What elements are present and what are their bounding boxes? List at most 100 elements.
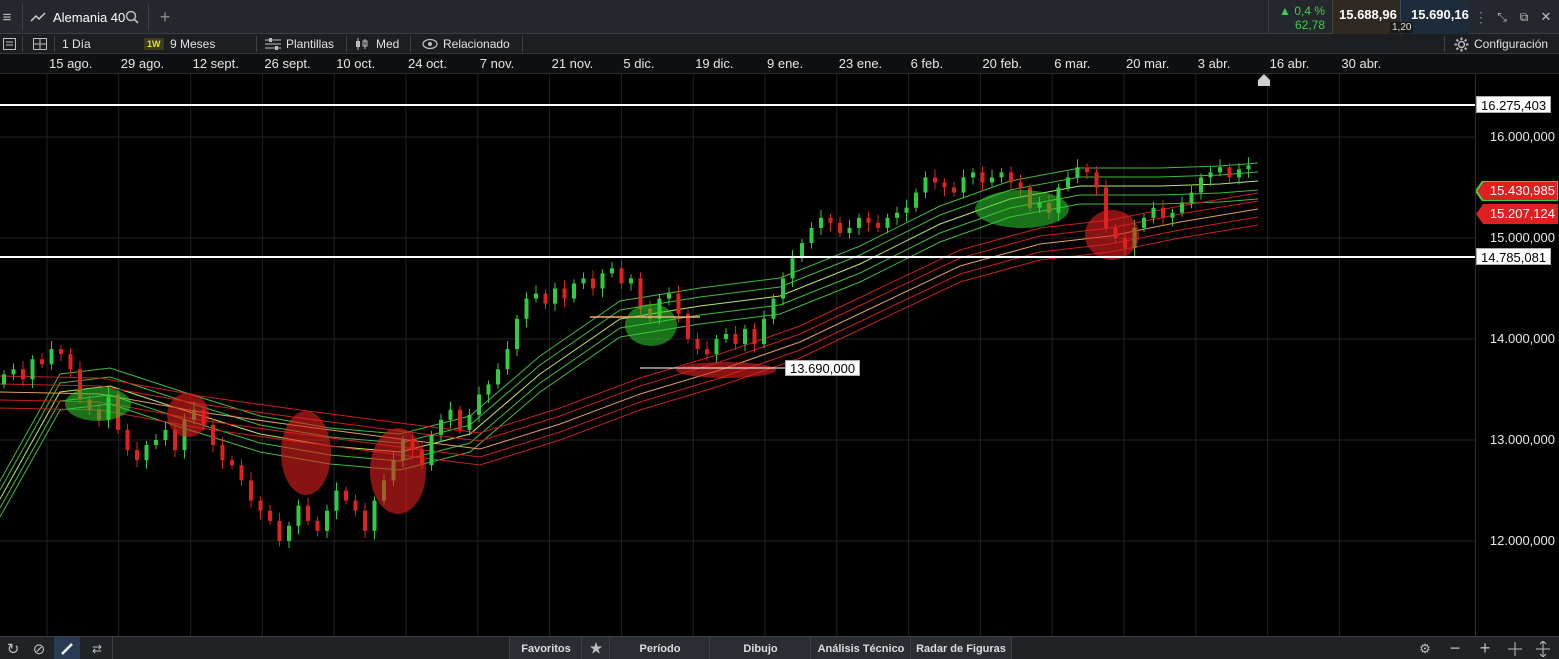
highlight-ellipse-red	[167, 393, 209, 437]
shapes-icon[interactable]: ⇄	[84, 637, 110, 659]
date-label: 3 abr.	[1197, 56, 1231, 71]
related-label: Relacionado	[443, 37, 510, 51]
candle-body	[619, 268, 624, 284]
candle-body	[372, 500, 377, 531]
no-symbol-icon[interactable]: ⊘	[26, 637, 52, 659]
price-tick-label: 15.000,000	[1489, 230, 1555, 245]
line-chart-icon	[30, 10, 46, 24]
bottom-bar: ↻ ⊘ ⇄ Favoritos ★ Período Dibujo Análisi…	[0, 636, 1559, 659]
candle-body	[857, 217, 861, 228]
list-icon[interactable]	[2, 37, 16, 51]
tab-pattern-radar[interactable]: Radar de Figuras	[910, 637, 1012, 659]
candle-body	[828, 217, 833, 223]
crosshair-icon[interactable]	[1502, 637, 1528, 659]
candle-body	[733, 333, 738, 345]
menu-icon[interactable]: ≡	[0, 8, 14, 26]
candle-body	[11, 369, 16, 375]
candle-body	[486, 384, 491, 395]
candle-body	[942, 182, 947, 188]
candle-body	[315, 520, 320, 531]
candle-body	[838, 222, 842, 233]
candle-body	[581, 278, 586, 284]
related-button[interactable]: Relacionado	[422, 34, 510, 54]
crosshair-settings-icon[interactable]: ⚙	[1412, 637, 1438, 659]
highlight-ellipse-red	[370, 428, 426, 514]
high-line-tag: 16.275,403	[1476, 96, 1552, 113]
date-axis: 15 ago. 29 ago. 12 sept. 26 sept. 10 oct. 24 …	[0, 54, 1559, 74]
candle-body	[695, 339, 700, 350]
top-bar: ≡ Alemania 40 + ▲ 0,4 % 62,78 15.688,96 …	[0, 0, 1559, 34]
templates-button[interactable]: Plantillas	[265, 34, 334, 54]
up-arrow-icon: ▲	[1279, 4, 1291, 18]
date-label: 23 ene.	[838, 56, 883, 71]
templates-label: Plantillas	[286, 37, 335, 51]
range-selector[interactable]: 9 Meses	[170, 34, 215, 54]
candle-body	[429, 434, 434, 466]
candle-body	[572, 283, 576, 299]
home-marker-icon[interactable]	[1258, 74, 1270, 86]
fit-vertical-icon[interactable]	[1530, 637, 1556, 659]
candle-body	[1094, 172, 1099, 188]
change-pct: 0,4 %	[1294, 4, 1325, 18]
candle-body	[353, 500, 358, 511]
more-icon[interactable]: ⋮	[1474, 8, 1488, 26]
zoom-out-icon[interactable]: −	[1442, 637, 1468, 659]
price-type-label: Med	[376, 37, 400, 51]
settings-button[interactable]: Configuración	[1454, 34, 1548, 54]
candle-body	[809, 227, 814, 244]
sell-price: 15.688,96	[1339, 7, 1397, 22]
tab-drawing[interactable]: Dibujo	[709, 637, 811, 659]
candle-body	[866, 217, 871, 223]
tab-period[interactable]: Período	[609, 637, 710, 659]
price-type-button[interactable]: Med	[355, 34, 399, 54]
red-level-value: 15.207,124	[1489, 206, 1555, 221]
candle-body	[505, 349, 510, 370]
candle-body	[49, 349, 54, 365]
collapse-icon[interactable]: ⤡	[1494, 9, 1510, 25]
favorite-star-icon[interactable]: ★	[581, 637, 610, 659]
green-ma-line	[0, 180, 1259, 500]
instrument-name[interactable]: Alemania 40	[53, 10, 125, 25]
candle-body	[1208, 172, 1213, 178]
price-chart[interactable]	[0, 74, 1559, 636]
chart-area[interactable]: 16.000,000 15.000,000 14.000,000 13.000,000…	[0, 74, 1559, 636]
date-label: 5 dic.	[623, 56, 655, 71]
candle-body	[714, 339, 719, 355]
popout-icon[interactable]: ⧉	[1516, 9, 1532, 25]
eye-icon	[422, 38, 438, 50]
tab-technical-label: Análisis Técnico	[817, 642, 905, 655]
candle-body	[1161, 207, 1165, 218]
candle-body	[144, 445, 149, 461]
candle-body	[743, 328, 747, 345]
candle-body	[904, 207, 909, 213]
candle-body	[40, 359, 44, 365]
date-label: 12 sept.	[192, 56, 239, 71]
red-level-tag: 15.207,124	[1476, 204, 1558, 224]
layout-grid-icon[interactable]	[32, 37, 48, 51]
spread-value: 1,20	[1390, 22, 1414, 33]
close-icon[interactable]: ✕	[1538, 9, 1554, 25]
candle-body	[771, 298, 776, 319]
tab-favorites[interactable]: Favoritos	[509, 637, 582, 659]
candle-body	[287, 525, 291, 541]
buy-price: 15.690,16	[1411, 7, 1469, 22]
pencil-icon[interactable]	[54, 637, 80, 659]
candle-body	[458, 409, 462, 430]
interval-selector[interactable]: 1 Día	[62, 34, 91, 54]
price-axis-divider	[1475, 74, 1476, 636]
search-icon[interactable]	[124, 9, 140, 25]
candle-body	[914, 192, 918, 208]
candle-body	[1218, 167, 1222, 173]
candle-body	[496, 369, 500, 385]
candle-body	[676, 293, 681, 314]
add-tab-icon[interactable]: +	[156, 7, 174, 27]
date-label: 21 nov.	[551, 56, 594, 71]
timeframe-badge[interactable]: 1W	[144, 38, 164, 50]
tab-technical-analysis[interactable]: Análisis Técnico	[810, 637, 911, 659]
candle-body	[876, 222, 880, 228]
refresh-icon[interactable]: ↻	[0, 637, 26, 659]
zoom-in-icon[interactable]: +	[1472, 637, 1498, 659]
candle-body	[885, 217, 890, 228]
candle-body	[781, 278, 785, 299]
candle-body	[1066, 177, 1070, 188]
